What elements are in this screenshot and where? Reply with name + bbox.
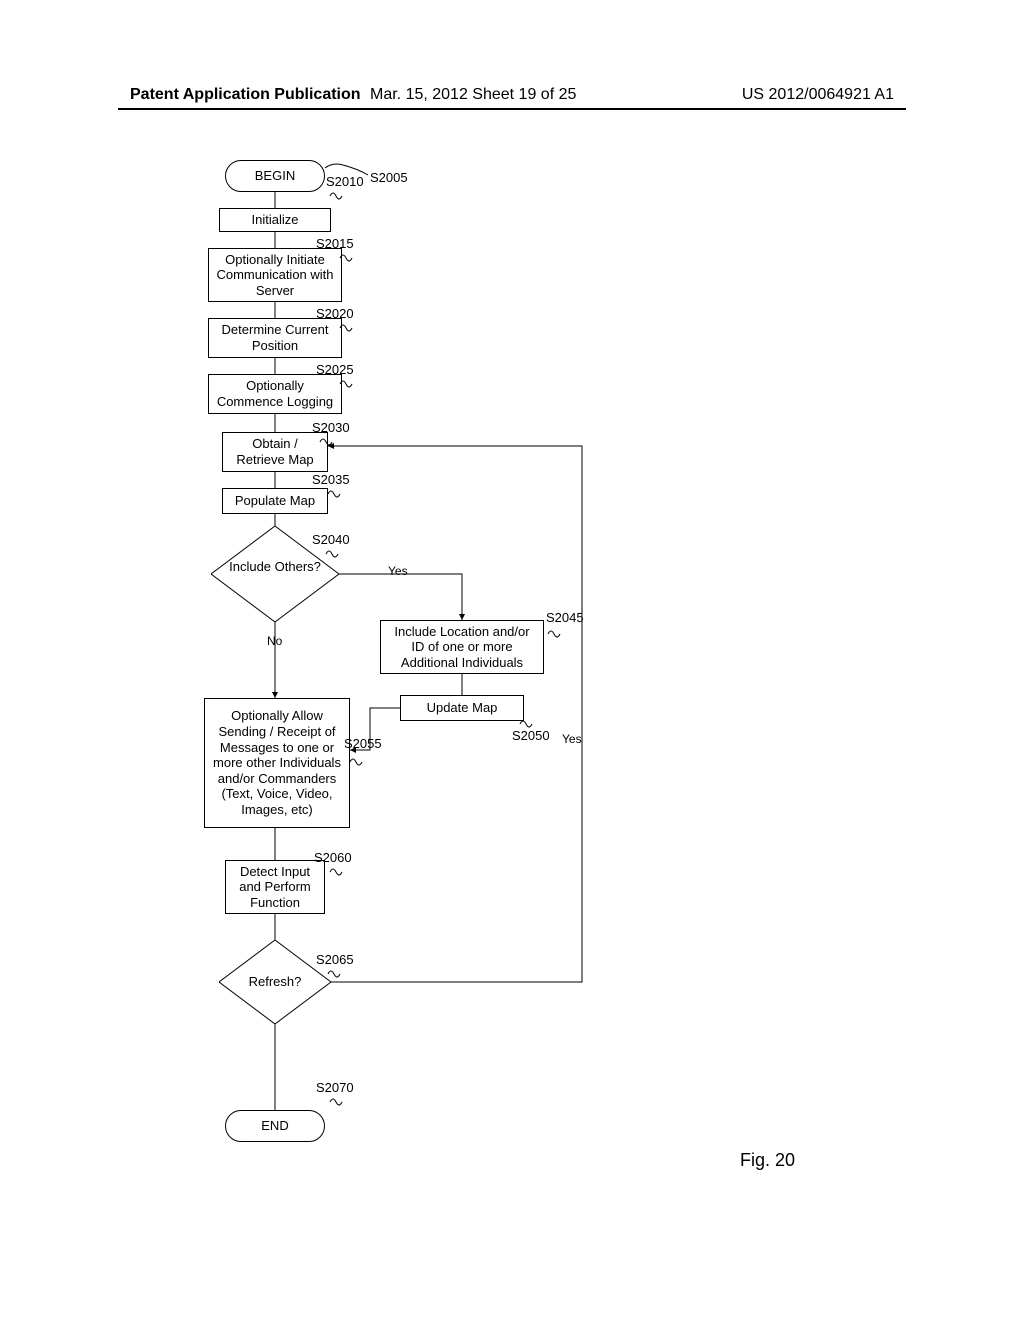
ref-s2055: S2055 xyxy=(344,736,382,751)
ref-s2035: S2035 xyxy=(312,472,350,487)
update-map-label: Update Map xyxy=(427,700,498,716)
begin-label: BEGIN xyxy=(255,168,295,184)
ref-s2025: S2025 xyxy=(316,362,354,377)
step-populate-map: Populate Map xyxy=(222,488,328,514)
initialize-label: Initialize xyxy=(252,212,299,228)
step-initialize: Initialize xyxy=(219,208,331,232)
header-center: Mar. 15, 2012 Sheet 19 of 25 xyxy=(370,86,576,104)
terminator-end: END xyxy=(225,1110,325,1142)
ref-s2050: S2050 xyxy=(512,728,550,743)
label-yes-1: Yes xyxy=(388,564,408,578)
ref-leaders xyxy=(0,150,1024,1210)
detect-input-label: Detect Input and Perform Function xyxy=(232,864,318,911)
step-detect-input: Detect Input and Perform Function xyxy=(225,860,325,914)
step-init-comm: Optionally Initiate Communication with S… xyxy=(208,248,342,302)
figure-caption: Fig. 20 xyxy=(740,1150,795,1171)
step-determine-position: Determine Current Position xyxy=(208,318,342,358)
ref-s2045: S2045 xyxy=(546,610,584,625)
ref-s2005: S2005 xyxy=(370,170,408,185)
page-header: Patent Application Publication Mar. 15, … xyxy=(0,86,1024,104)
decision-refresh: Refresh? xyxy=(219,940,331,1024)
step-update-map: Update Map xyxy=(400,695,524,721)
populate-map-label: Populate Map xyxy=(235,493,315,509)
step-include-location: Include Location and/or ID of one or mor… xyxy=(380,620,544,674)
ref-s2030: S2030 xyxy=(312,420,350,435)
ref-s2040: S2040 xyxy=(312,532,350,547)
include-others-label: Include Others? xyxy=(211,559,339,575)
ref-s2060: S2060 xyxy=(314,850,352,865)
header-right: US 2012/0064921 A1 xyxy=(742,86,894,104)
step-obtain-map: Obtain / Retrieve Map xyxy=(222,432,328,472)
commence-logging-label: Optionally Commence Logging xyxy=(215,378,335,409)
include-location-label: Include Location and/or ID of one or mor… xyxy=(387,624,537,671)
ref-s2010: S2010 xyxy=(326,174,364,189)
obtain-map-label: Obtain / Retrieve Map xyxy=(229,436,321,467)
label-yes-2: Yes xyxy=(562,732,582,746)
determine-position-label: Determine Current Position xyxy=(215,322,335,353)
allow-messages-label: Optionally Allow Sending / Receipt of Me… xyxy=(211,708,343,817)
header-left: Patent Application Publication xyxy=(130,86,361,103)
terminator-begin: BEGIN xyxy=(225,160,325,192)
init-comm-label: Optionally Initiate Communication with S… xyxy=(215,252,335,299)
refresh-label: Refresh? xyxy=(219,974,331,990)
header-rule xyxy=(118,108,906,110)
ref-s2015: S2015 xyxy=(316,236,354,251)
label-no: No xyxy=(267,634,282,648)
step-commence-logging: Optionally Commence Logging xyxy=(208,374,342,414)
flow-arrows xyxy=(0,150,1024,1210)
step-allow-messages: Optionally Allow Sending / Receipt of Me… xyxy=(204,698,350,828)
ref-s2020: S2020 xyxy=(316,306,354,321)
end-label: END xyxy=(261,1118,288,1134)
ref-s2065: S2065 xyxy=(316,952,354,967)
ref-s2070: S2070 xyxy=(316,1080,354,1095)
